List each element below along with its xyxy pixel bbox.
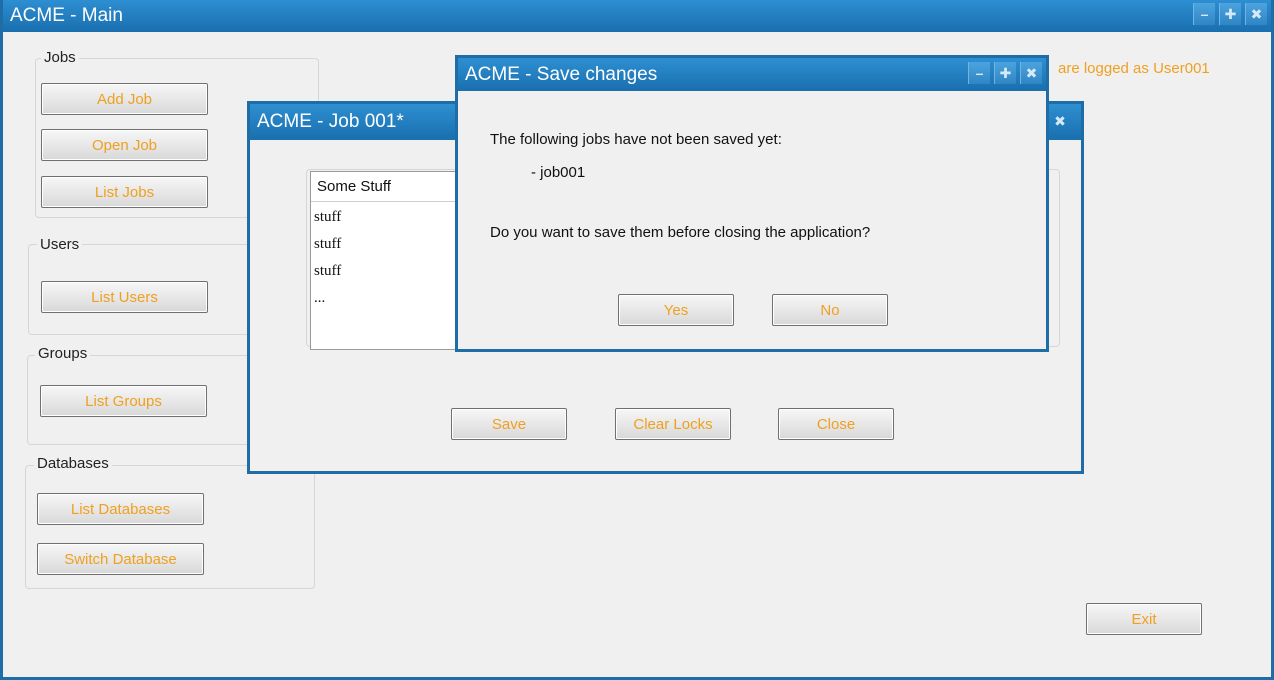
logged-as-label: are logged as User001 [1058,60,1210,77]
list-item[interactable]: stuff [311,208,469,235]
add-job-button[interactable]: Add Job [41,83,208,115]
yes-button[interactable]: Yes [618,294,734,326]
minimize-icon[interactable]: – [968,62,990,84]
list-item[interactable]: ... [311,289,469,316]
unsaved-job-item: - job001 [531,164,586,181]
switch-database-button[interactable]: Switch Database [37,543,204,575]
minimize-icon[interactable]: – [1193,3,1215,25]
list-item[interactable]: stuff [311,235,469,262]
close-icon[interactable]: ✖ [1245,3,1267,25]
save-dialog-title-bar[interactable]: ACME - Save changes – ✚ ✖ [458,58,1046,91]
some-stuff-listbox[interactable]: Some Stuff stuff stuff stuff ... [310,171,470,350]
close-button[interactable]: Close [778,408,894,440]
groups-group-label: Groups [35,345,91,362]
main-window-title: ACME - Main [10,5,123,26]
list-groups-button[interactable]: List Groups [40,385,207,417]
list-users-button[interactable]: List Users [41,281,208,313]
save-button[interactable]: Save [451,408,567,440]
close-icon[interactable]: ✖ [1020,62,1042,84]
jobs-group-label: Jobs [41,49,79,66]
exit-button[interactable]: Exit [1086,603,1202,635]
maximize-icon[interactable]: ✚ [1219,3,1241,25]
users-group-label: Users [37,236,83,253]
unsaved-jobs-message: The following jobs have not been saved y… [490,131,782,148]
databases-group-label: Databases [34,455,112,472]
list-jobs-button[interactable]: List Jobs [41,176,208,208]
job-window-title: ACME - Job 001* [257,111,404,132]
save-question: Do you want to save them before closing … [490,224,871,241]
list-databases-button[interactable]: List Databases [37,493,204,525]
open-job-button[interactable]: Open Job [41,129,208,161]
no-button[interactable]: No [772,294,888,326]
list-header[interactable]: Some Stuff [311,172,469,202]
job-close-icon[interactable]: ✖ [1049,110,1071,132]
main-title-bar[interactable]: ACME - Main – ✚ ✖ [3,0,1271,32]
main-window-controls: – ✚ ✖ [1193,3,1267,27]
save-dialog-controls: – ✚ ✖ [968,62,1042,86]
save-changes-dialog: ACME - Save changes – ✚ ✖ The following … [455,55,1049,352]
clear-locks-button[interactable]: Clear Locks [615,408,731,440]
save-dialog-title: ACME - Save changes [465,63,658,85]
list-item[interactable]: stuff [311,262,469,289]
maximize-icon[interactable]: ✚ [994,62,1016,84]
